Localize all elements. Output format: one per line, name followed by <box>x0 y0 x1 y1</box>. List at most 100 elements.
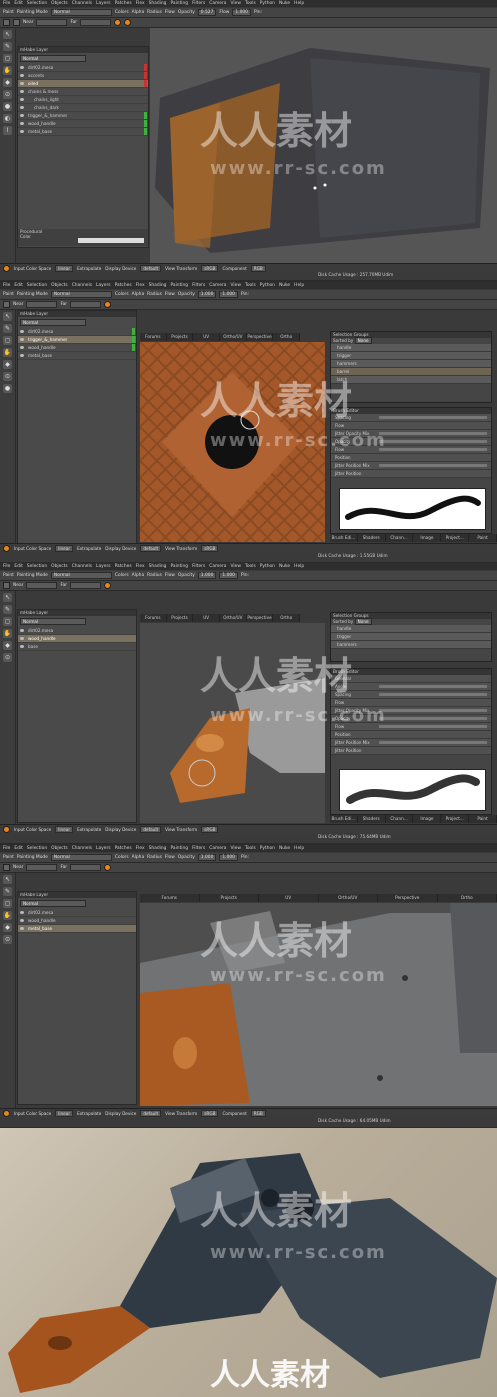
tab-shaders[interactable]: Shaders <box>358 534 386 542</box>
tab-forums[interactable]: Forums <box>140 894 200 902</box>
menu-nuke[interactable]: Nuke <box>279 564 290 569</box>
eye-icon[interactable] <box>20 74 24 77</box>
far-field[interactable] <box>80 19 112 26</box>
flow-field[interactable]: 1.000 <box>219 854 238 861</box>
extrapolate-toggle[interactable]: Extrapolate <box>77 827 101 832</box>
sorted-by-select[interactable]: None <box>354 337 372 344</box>
eyedropper-tool-icon[interactable]: ⌇ <box>3 126 12 135</box>
select-tool-icon[interactable]: ↖ <box>3 30 12 39</box>
layer-row[interactable]: chains_light <box>18 96 148 104</box>
eye-icon[interactable] <box>20 122 24 125</box>
display-device-select[interactable]: default <box>140 265 162 272</box>
clone-tool-icon[interactable]: ⊙ <box>3 372 12 381</box>
menu-nuke[interactable]: Nuke <box>279 846 290 851</box>
menu-shading[interactable]: Shading <box>149 283 167 288</box>
menu-patches[interactable]: Patches <box>115 283 132 288</box>
component-select[interactable]: RGB <box>250 265 266 272</box>
menu-patches[interactable]: Patches <box>115 1 132 6</box>
tab-projects[interactable]: Projects <box>167 333 194 341</box>
tab-channels[interactable]: Chann... <box>386 815 414 823</box>
eraser-tool-icon[interactable]: ◻ <box>3 336 12 345</box>
dodge-tool-icon[interactable]: ◐ <box>3 114 12 123</box>
menu-help[interactable]: Help <box>294 564 304 569</box>
selection-group-item[interactable]: trigger <box>331 352 491 360</box>
menu-channels[interactable]: Channels <box>72 564 92 569</box>
input-color-space-select[interactable]: linear <box>55 265 74 272</box>
menu-view[interactable]: View <box>231 283 241 288</box>
brush-slider[interactable]: Opacity <box>331 438 491 446</box>
menu-shading[interactable]: Shading <box>149 1 167 6</box>
layer-row[interactable]: accents <box>18 72 148 80</box>
menu-selection[interactable]: Selection <box>27 846 47 851</box>
brush-slider[interactable]: Spacing <box>331 414 491 422</box>
near-field[interactable] <box>26 582 58 589</box>
eye-icon[interactable] <box>20 637 24 640</box>
menu-shading[interactable]: Shading <box>149 564 167 569</box>
alpha-toggle[interactable]: Alpha <box>132 10 144 15</box>
select-tool-icon[interactable]: ↖ <box>3 593 12 602</box>
clone-tool-icon[interactable]: ⊙ <box>3 653 12 662</box>
selection-group-item[interactable]: handle <box>331 344 491 352</box>
menu-patches[interactable]: Patches <box>115 564 132 569</box>
viewport-3d[interactable] <box>140 903 497 1106</box>
select-tool-icon[interactable]: ↖ <box>3 312 12 321</box>
menu-help[interactable]: Help <box>294 1 304 6</box>
tab-image-manager[interactable]: Image Mana... <box>413 815 442 829</box>
eye-icon[interactable] <box>20 927 24 930</box>
tab-projects[interactable]: Projects <box>200 894 259 902</box>
brush-tool-icon[interactable]: ✎ <box>3 42 12 51</box>
flow-field[interactable]: 1.000 <box>219 572 238 579</box>
sphere-icon[interactable] <box>13 19 20 26</box>
menu-painting[interactable]: Painting <box>170 846 188 851</box>
tab-paint[interactable]: Paint <box>469 534 497 542</box>
colors-toggle[interactable]: Colors <box>115 292 129 297</box>
tab-ortho-uv[interactable]: Ortho/UV <box>319 894 378 902</box>
display-device-select[interactable]: default <box>140 1110 162 1117</box>
menu-python[interactable]: Python <box>260 1 275 6</box>
layer-row[interactable]: chains & mess <box>18 88 148 96</box>
eraser-tool-icon[interactable]: ◻ <box>3 899 12 908</box>
painting-mode-select[interactable]: Normal <box>50 572 112 579</box>
tab-image-manager[interactable]: Image Mana... <box>413 534 442 548</box>
record-icon[interactable] <box>3 826 10 833</box>
view-transform-select[interactable]: sRGB <box>201 265 219 272</box>
painting-mode-select[interactable]: Normal <box>50 291 112 298</box>
brush-slider[interactable]: Jitter Opacity Mix <box>331 430 491 438</box>
menu-objects[interactable]: Objects <box>51 1 68 6</box>
layer-row[interactable]: base <box>18 643 136 651</box>
brush-slider[interactable]: Flow <box>331 723 491 731</box>
eye-icon[interactable] <box>20 130 24 133</box>
menu-camera[interactable]: Camera <box>209 846 226 851</box>
blend-mode-select[interactable]: Normal <box>20 900 86 907</box>
menu-camera[interactable]: Camera <box>209 283 226 288</box>
fill-tool-icon[interactable]: ◆ <box>3 923 12 932</box>
brush-slider[interactable]: Opacity <box>331 715 491 723</box>
tab-perspective[interactable]: Perspective <box>247 614 274 622</box>
brush-slider[interactable]: Angle <box>331 683 491 691</box>
eye-icon[interactable] <box>20 98 24 101</box>
brush-slider[interactable]: Spacing <box>331 691 491 699</box>
tab-channels[interactable]: Chann... <box>386 534 414 542</box>
tab-perspective[interactable]: Perspective <box>247 333 274 341</box>
component-select[interactable]: RGB <box>250 1110 266 1117</box>
input-color-space-select[interactable]: linear <box>55 826 74 833</box>
menu-tools[interactable]: Tools <box>245 846 256 851</box>
menu-painting[interactable]: Painting <box>170 283 188 288</box>
brush-slider[interactable]: General <box>331 675 491 683</box>
eye-icon[interactable] <box>20 354 24 357</box>
menu-edit[interactable]: Edit <box>14 1 23 6</box>
eye-icon[interactable] <box>20 911 24 914</box>
near-field[interactable] <box>26 864 58 871</box>
brush-slider[interactable]: Position <box>331 454 491 462</box>
menu-channels[interactable]: Channels <box>72 846 92 851</box>
tab-brush-editor[interactable]: Brush Edi... <box>330 815 358 823</box>
eye-icon[interactable] <box>20 106 24 109</box>
tab-brush-editor[interactable]: Brush Edi... <box>330 534 358 542</box>
cube-icon[interactable] <box>3 582 10 589</box>
smudge-tool-icon[interactable]: ✋ <box>3 629 12 638</box>
menu-camera[interactable]: Camera <box>209 1 226 6</box>
fill-tool-icon[interactable]: ◆ <box>3 360 12 369</box>
fill-tool-icon[interactable]: ◆ <box>3 641 12 650</box>
menu-patches[interactable]: Patches <box>115 846 132 851</box>
viewport-3d[interactable] <box>140 623 325 823</box>
